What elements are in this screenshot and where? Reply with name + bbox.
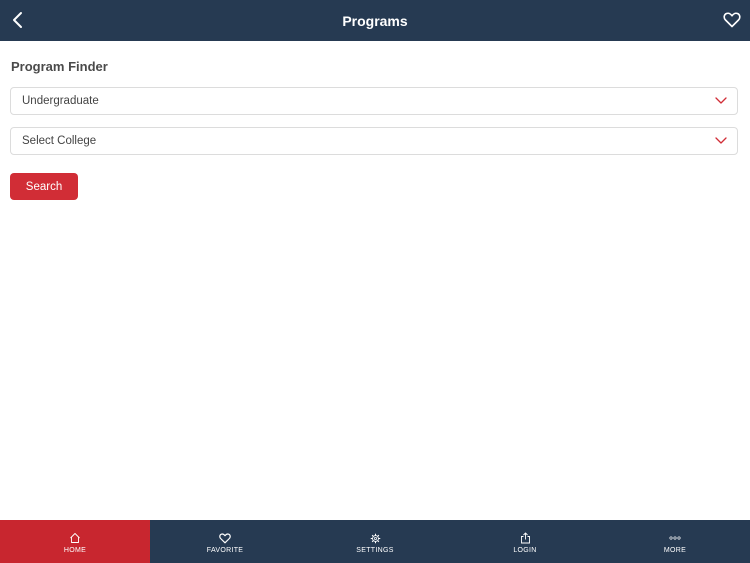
tab-label: MORE	[663, 547, 687, 554]
tab-label: HOME	[63, 547, 87, 554]
tab-more[interactable]: MORE	[600, 520, 750, 563]
tab-label: LOGIN	[513, 547, 537, 554]
heart-outline-icon	[723, 12, 741, 28]
program-level-select[interactable]: Undergraduate	[10, 87, 738, 115]
tab-settings[interactable]: SETTINGS	[300, 520, 450, 563]
college-value: Select College	[22, 135, 97, 147]
bottom-tab-bar: HOME FAVORITE SETTINGS LOGIN MORE	[0, 520, 750, 563]
tab-home[interactable]: HOME	[0, 520, 150, 563]
search-button[interactable]: Search	[10, 173, 78, 200]
chevron-down-icon	[715, 137, 727, 144]
tab-login[interactable]: LOGIN	[450, 520, 600, 563]
program-level-value: Undergraduate	[22, 95, 99, 107]
more-dots-icon	[668, 531, 682, 545]
heart-icon	[218, 531, 232, 545]
program-finder-heading: Program Finder	[11, 59, 108, 74]
top-navigation-bar: Programs	[0, 0, 750, 41]
tab-favorite[interactable]: FAVORITE	[150, 520, 300, 563]
back-button[interactable]	[8, 9, 28, 31]
share-icon	[518, 531, 532, 545]
chevron-left-icon	[13, 12, 22, 28]
favorite-button[interactable]	[722, 10, 742, 30]
tab-label: SETTINGS	[356, 547, 394, 554]
tab-label: FAVORITE	[206, 547, 244, 554]
gear-icon	[368, 531, 382, 545]
chevron-down-icon	[715, 97, 727, 104]
home-icon	[68, 531, 82, 545]
college-select[interactable]: Select College	[10, 127, 738, 155]
page-title: Programs	[342, 12, 408, 29]
